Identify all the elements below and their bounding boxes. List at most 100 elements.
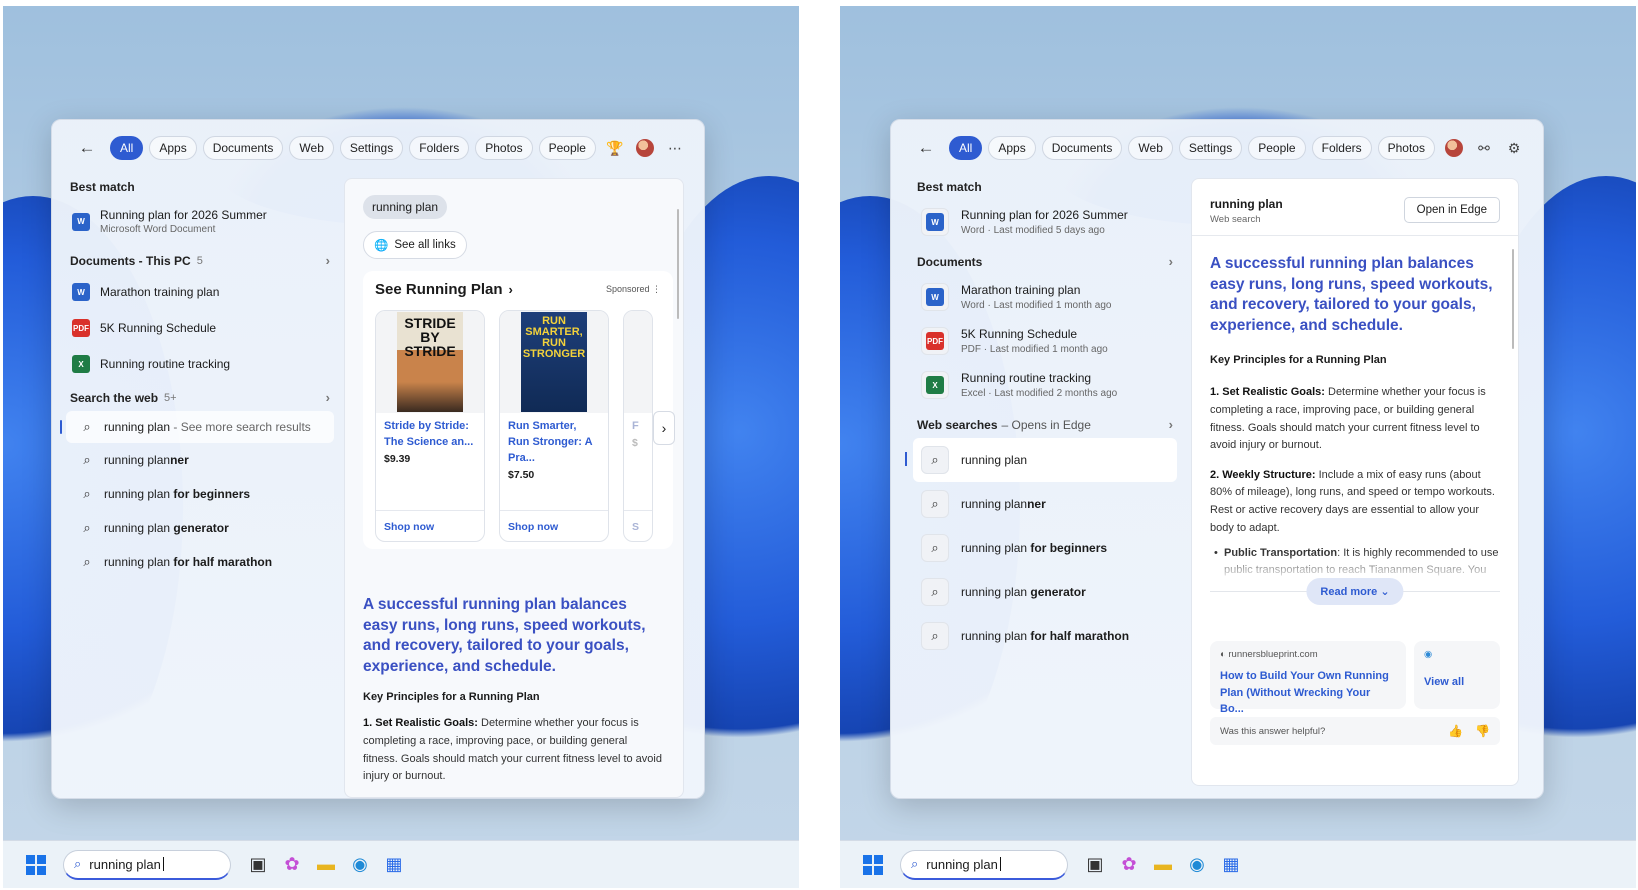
back-arrow-icon[interactable]: ← [76,137,98,159]
shop-now-link[interactable]: Shop now [384,521,434,533]
filter-web[interactable]: Web [289,136,334,160]
globe-icon: 🌐 [374,240,389,252]
web-search-item[interactable]: ⌕ running plan for beginners [66,477,334,511]
query-completion: ner [1027,497,1046,511]
product-price-fragment: $ [632,436,638,449]
search-panel: ← All Apps Documents Web Settings Folder… [51,119,705,799]
share-connect-icon[interactable]: ⚯ [1475,140,1493,157]
answer-headline: A successful running plan balances easy … [1210,255,1493,334]
query-text: running plan [961,541,1031,555]
web-search-item[interactable]: ⌕ running plan - See more search results [60,411,334,443]
start-button[interactable] [860,852,886,878]
product-title[interactable]: Stride by Stride: The Science an... [376,413,484,451]
copilot-icon[interactable]: ✿ [279,852,305,878]
principle-paragraph: 1. Set Realistic Goals: Determine whethe… [363,715,665,785]
filter-folders[interactable]: Folders [1311,136,1372,160]
back-arrow-icon[interactable]: ← [915,137,937,159]
product-title-fragment: F [632,420,639,432]
edge-browser-icon[interactable]: ◉ [347,852,373,878]
start-button[interactable] [23,852,49,878]
gear-icon[interactable]: ⚙ [1505,140,1523,157]
document-item[interactable]: PDF 5K Running Schedule PDF · Last modifi… [913,319,1177,363]
source-card[interactable]: ◐ runnersblueprint.com How to Build Your… [1210,641,1406,715]
file-explorer-icon[interactable]: ▬ [1150,852,1176,878]
edge-browser-icon[interactable]: ◉ [1184,852,1210,878]
filter-documents[interactable]: Documents [1041,136,1123,160]
read-more-button[interactable]: Read more ⌄ [1306,578,1404,605]
more-options-icon[interactable]: ⋯ [666,140,684,157]
shop-now-link[interactable]: Shop now [508,521,558,533]
document-title: Running routine tracking [100,357,231,371]
document-item[interactable]: W Marathon training plan Word · Last modi… [913,275,1177,319]
chevron-right-icon[interactable]: › [509,282,513,297]
pdf-icon: PDF [72,319,90,337]
word-doc-icon: W [926,288,944,306]
chevron-right-icon[interactable]: › [653,411,675,445]
filter-documents[interactable]: Documents [202,136,284,160]
web-search-item[interactable]: ⌕ running plan [905,438,1177,482]
store-icon[interactable]: ▦ [381,852,407,878]
filter-all[interactable]: All [949,136,983,160]
filter-settings[interactable]: Settings [339,136,404,160]
document-item[interactable]: X Running routine tracking [66,346,334,382]
open-in-edge-button[interactable]: Open in Edge [1403,197,1500,223]
principle-label: 2. Weekly Structure: [1210,468,1316,481]
taskbar-search-box[interactable]: ⌕ running plan [63,849,231,880]
view-all-link[interactable]: View all [1424,674,1490,691]
query-completion: for half marathon [173,555,273,569]
avatar[interactable] [636,139,654,157]
search-icon: ⌕ [83,486,91,501]
feedback-question: Was this answer helpful? [1220,725,1326,737]
web-searches-heading[interactable]: Web searches – Opens in Edge › [913,411,1177,438]
product-card-peek[interactable]: F $ S [623,310,653,542]
scrollbar[interactable] [677,209,679,319]
web-search-item[interactable]: ⌕ running plan generator [66,511,334,545]
product-card[interactable]: STRIDE BY STRIDE Stride by Stride: The S… [375,310,485,542]
query-chip[interactable]: running plan [363,195,448,219]
best-match-item[interactable]: W Running plan for 2026 Summer Microsoft… [66,200,334,243]
see-all-links-button[interactable]: 🌐 See all links [363,231,467,259]
web-search-item[interactable]: ⌕ running plan for half marathon [66,545,334,579]
web-search-item[interactable]: ⌕ running plan for beginners [913,526,1177,570]
thumbs-up-icon[interactable]: 👍 [1448,724,1463,738]
filter-photos[interactable]: Photos [475,136,533,160]
search-web-heading[interactable]: Search the web 5+ › [66,384,334,411]
best-match-item[interactable]: W Running plan for 2026 Summer Word · La… [913,200,1177,244]
filter-web[interactable]: Web [1128,136,1173,160]
sponsored-label[interactable]: Sponsored ⋮ [606,284,661,295]
filter-people[interactable]: People [538,136,596,160]
task-view-icon[interactable]: ▣ [245,852,271,878]
query-text: running plan [961,585,1031,599]
view-all-card[interactable]: ◉ View all [1414,641,1500,709]
rewards-trophy-icon[interactable]: 🏆 [606,140,624,157]
file-explorer-icon[interactable]: ▬ [313,852,339,878]
filter-photos[interactable]: Photos [1377,136,1435,160]
web-search-item[interactable]: ⌕ running planner [66,443,334,477]
avatar[interactable] [1445,139,1463,157]
task-view-icon[interactable]: ▣ [1082,852,1108,878]
filter-people[interactable]: People [1248,136,1306,160]
web-search-item[interactable]: ⌕ running plan for half marathon [913,614,1177,658]
filter-settings[interactable]: Settings [1178,136,1243,160]
filter-apps[interactable]: Apps [149,136,197,160]
thumbs-down-icon[interactable]: 👎 [1475,724,1490,738]
product-card[interactable]: RUN SMARTER, RUN STRONGER Run Smarter, R… [499,310,609,542]
web-search-item[interactable]: ⌕ running plan generator [913,570,1177,614]
answer-headline: A successful running plan balances easy … [363,596,646,675]
web-search-item[interactable]: ⌕ running planner [913,482,1177,526]
store-icon[interactable]: ▦ [1218,852,1244,878]
product-title[interactable]: Run Smarter, Run Stronger: A Pra... [500,413,608,467]
filter-folders[interactable]: Folders [409,136,470,160]
document-item[interactable]: W Marathon training plan [66,274,334,310]
filter-apps[interactable]: Apps [988,136,1036,160]
document-item[interactable]: X Running routine tracking Excel · Last m… [913,363,1177,407]
documents-heading[interactable]: Documents - This PC 5 › [66,247,334,274]
taskbar-search-text: running plan [89,856,161,872]
taskbar-search-box[interactable]: ⌕ running plan [900,849,1068,880]
ads-title[interactable]: See Running Plan [375,281,503,298]
filter-all[interactable]: All [110,136,144,160]
source-link[interactable]: How to Build Your Own Running Plan (With… [1220,668,1396,718]
copilot-icon[interactable]: ✿ [1116,852,1142,878]
documents-heading[interactable]: Documents › [913,248,1177,275]
document-item[interactable]: PDF 5K Running Schedule [66,310,334,346]
